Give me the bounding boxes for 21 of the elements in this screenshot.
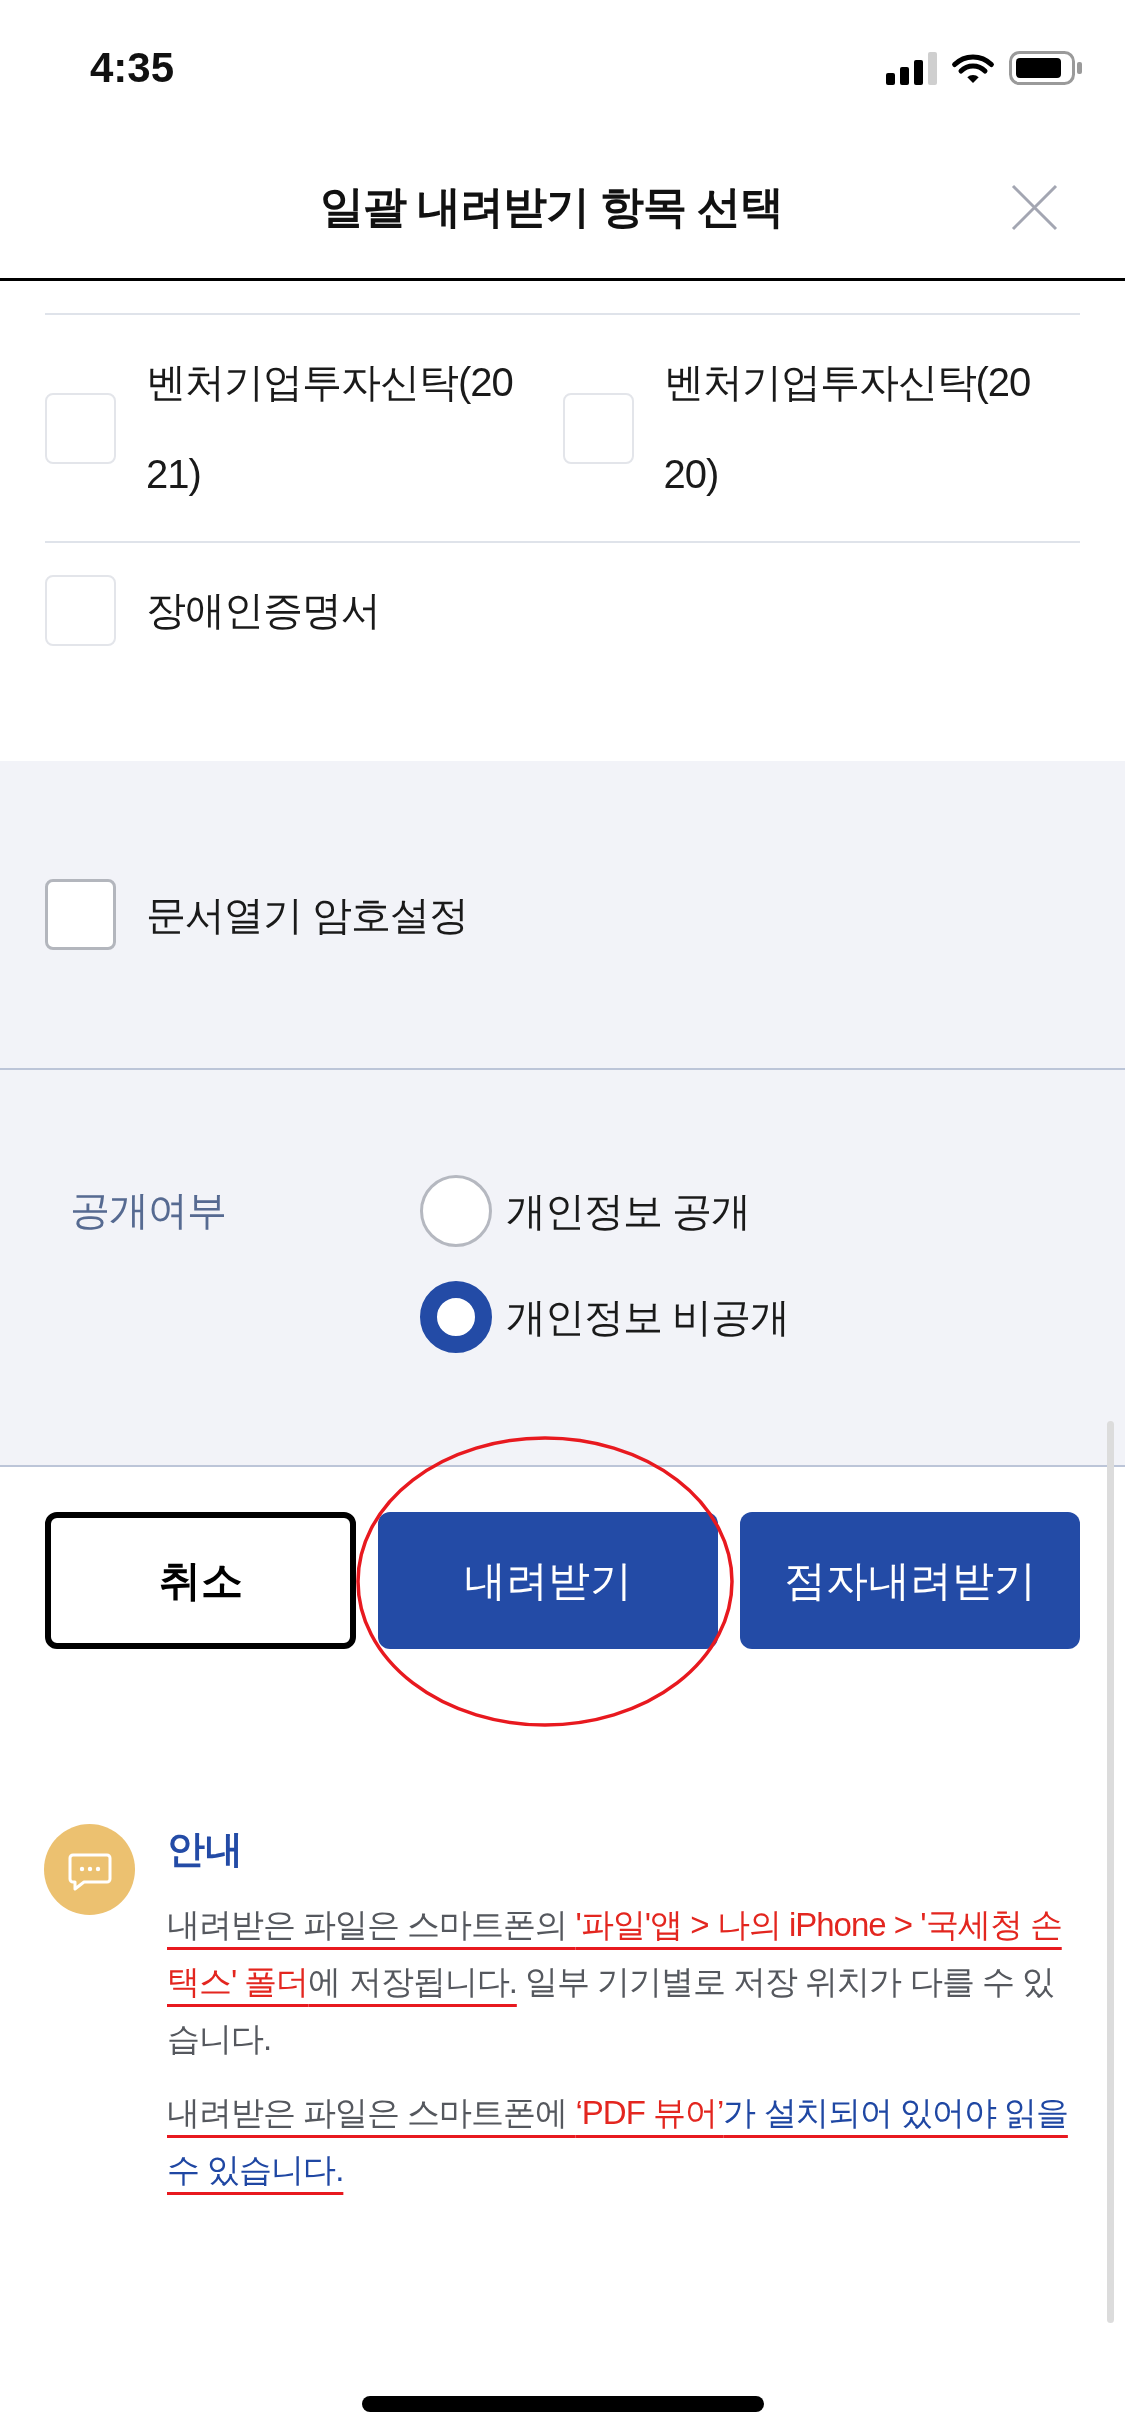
radio-label: 개인정보 비공개	[506, 1293, 790, 1341]
notice-text: 내려받은 파일은 스마트폰의 '파일'앱 > 나의 iPhone > '국세청 손택스' 폴더에 저장됩니다. 일부 기기별로 저장 위치가 다를 수 있습니다.	[167, 1905, 1063, 2059]
download-button[interactable]: 내려받기	[378, 1512, 718, 1649]
checkbox-label: 벤처기업투자신탁(2021)	[146, 359, 514, 498]
checkbox-label: 장애인증명서	[146, 587, 380, 634]
cancel-button[interactable]: 취소	[45, 1512, 356, 1649]
checkbox[interactable]	[45, 879, 116, 950]
battery-icon	[1009, 51, 1082, 85]
notice-title: 안내	[167, 1827, 244, 1872]
signal-icon	[886, 51, 937, 85]
close-icon[interactable]	[1011, 183, 1058, 231]
checkbox-label: 벤처기업투자신탁(2020)	[663, 359, 1032, 498]
wifi-icon	[951, 52, 995, 84]
radio-label: 개인정보 공개	[506, 1187, 751, 1235]
braille-download-button[interactable]: 점자내려받기	[740, 1512, 1080, 1649]
page-title: 일괄 내려받기 항목 선택	[319, 180, 784, 233]
speech-bubble-icon	[44, 1824, 135, 1915]
notice-text: 내려받은 파일은 스마트폰에 ‘PDF 뷰어’가 설치되어 있어야 읽을 수 있습니다.	[167, 2093, 1069, 2190]
status-time: 4:35	[90, 47, 175, 89]
field-label: 공개여부	[70, 1187, 227, 1234]
checkbox-label: 문서열기 암호설정	[146, 891, 469, 939]
